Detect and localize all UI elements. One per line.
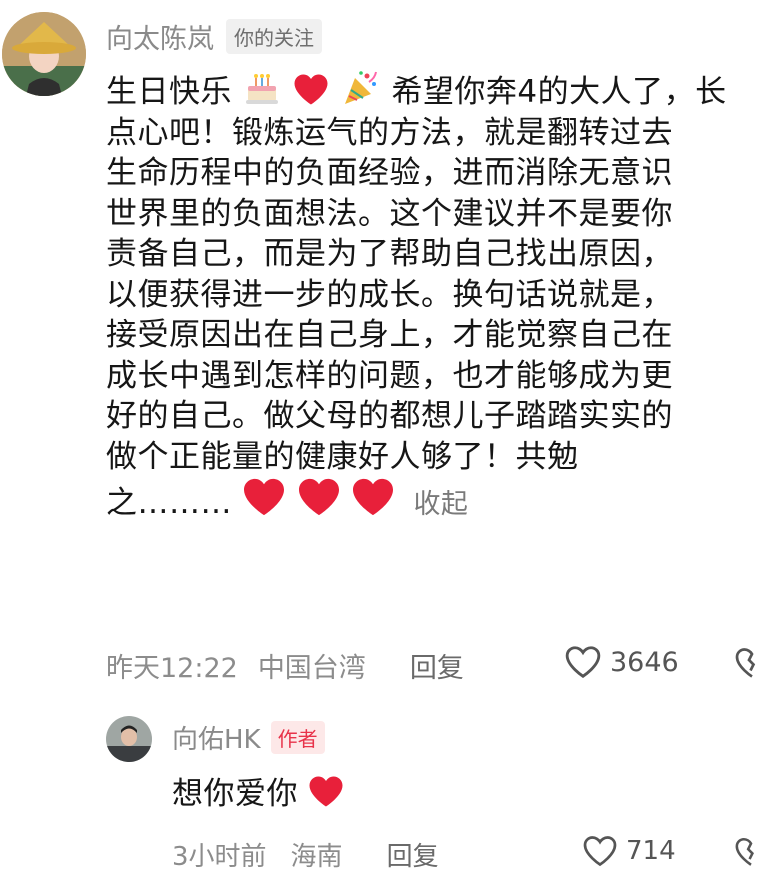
comment-location: 海南	[290, 842, 343, 872]
comment-line: 点心吧！锻炼运气的方法，就是翻转过去	[106, 114, 673, 151]
heart-outline-icon	[565, 646, 601, 678]
like-button[interactable]: 714	[582, 834, 676, 868]
party-popper-icon	[345, 71, 378, 104]
comment-line: 希望你奔4的大人了，长	[391, 74, 727, 110]
comment-line: 之………	[106, 485, 232, 521]
reply-text: 想你爱你	[172, 776, 298, 812]
comment-line: 成长中遇到怎样的问题，也才能够成为更	[106, 357, 673, 394]
comment-line: 生日快乐	[106, 74, 232, 110]
comment-item: 向太陈岚 你的关注 生日快乐 希望你奔4的大人了，长 点心吧！锻炼运气的方法，就…	[0, 0, 768, 700]
reply-button[interactable]: 回复	[410, 646, 464, 685]
avatar-image	[2, 12, 86, 96]
avatar[interactable]	[106, 716, 152, 762]
comment-line: 生命历程中的负面经验，进而消除无意识	[106, 155, 673, 191]
birthday-cake-icon	[246, 74, 279, 104]
comment-line: 以便获得进一步的成长。换句话说就是，	[106, 276, 673, 313]
broken-heart-outline-icon	[735, 648, 756, 678]
author-row: 向太陈岚 你的关注	[106, 17, 322, 55]
like-count: 3646	[610, 646, 679, 678]
author-name[interactable]: 向佑HK	[172, 719, 261, 756]
comment-meta: 昨天12:22 中国台湾 回复	[106, 646, 464, 685]
red-heart-icon	[309, 776, 343, 807]
reply-text-row: 想你爱你	[172, 774, 344, 815]
comment-line: 做个正能量的健康好人够了！共勉	[106, 438, 579, 475]
reply-item: 向佑HK 作者 想你爱你 3小时前 海南 回复 714	[0, 700, 768, 872]
author-name[interactable]: 向太陈岚	[106, 17, 214, 56]
like-count: 714	[626, 836, 676, 866]
broken-heart-outline-icon	[735, 837, 754, 866]
comment-time: 3小时前	[172, 842, 267, 872]
comment-line: 责备自己，而是为了帮助自己找出原因，	[106, 236, 673, 272]
red-heart-icon	[244, 478, 285, 516]
collapse-button[interactable]: 收起	[413, 489, 468, 520]
comment-line: 世界里的负面想法。这个建议并不是要你	[106, 195, 673, 232]
author-badge: 作者	[270, 720, 325, 754]
comment-line: 接受原因出在自己身上，才能觉察自己在	[106, 317, 673, 353]
comment-time: 昨天12:22	[106, 653, 238, 684]
reply-button[interactable]: 回复	[387, 836, 439, 873]
red-heart-icon	[353, 478, 394, 516]
red-heart-icon	[298, 478, 339, 516]
following-badge: 你的关注	[226, 18, 322, 54]
dislike-button[interactable]	[734, 836, 768, 872]
comment-location: 中国台湾	[257, 653, 366, 684]
heart-outline-icon	[583, 836, 617, 867]
avatar-image	[106, 716, 152, 762]
author-row: 向佑HK 作者	[172, 719, 325, 756]
comment-line: 好的自己。做父母的都想儿子踏踏实实的	[106, 398, 673, 434]
avatar[interactable]	[2, 12, 86, 96]
like-button[interactable]: 3646	[564, 644, 679, 680]
comment-text: 生日快乐 希望你奔4的大人了，长 点心吧！锻炼运气的方法，就是翻转过去 生命历程…	[106, 70, 756, 526]
comment-meta: 3小时前 海南 回复	[172, 836, 439, 873]
red-heart-icon	[294, 74, 328, 105]
dislike-button[interactable]	[734, 646, 768, 684]
